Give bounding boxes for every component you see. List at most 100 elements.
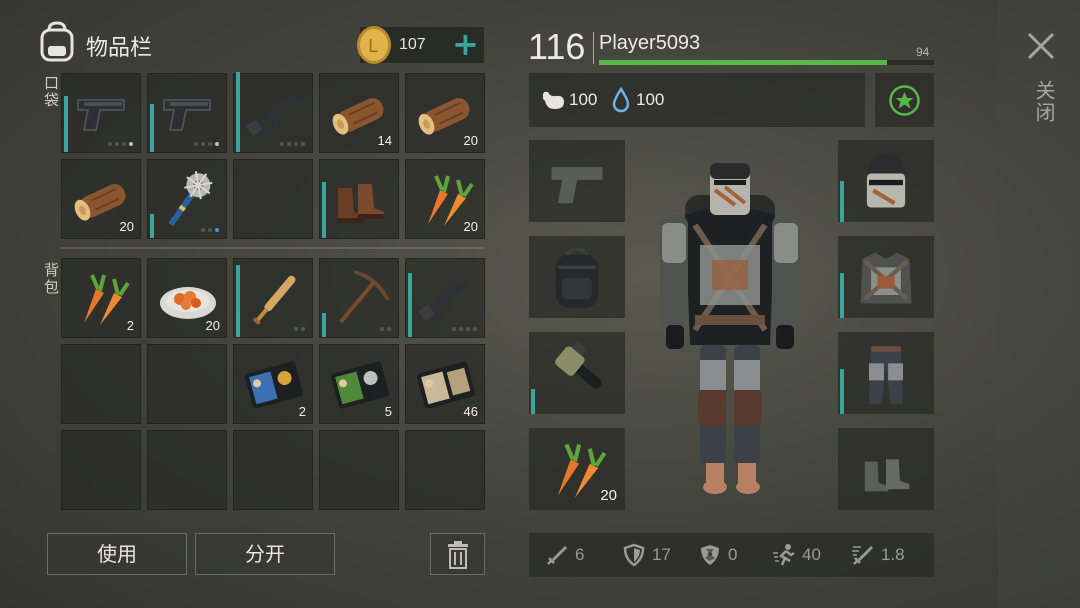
pickaxe-icon [339,269,390,324]
pocket-slot[interactable] [319,159,399,239]
backpack-slot[interactable] [405,430,485,510]
pocket-slot[interactable]: 20 [405,159,485,239]
item-count: 20 [119,219,134,234]
durability-bar [840,181,844,222]
pocket-slot[interactable]: 20 [61,159,141,239]
split-button[interactable]: 分开 [195,533,335,575]
stat-attack-speed: 1.8 [851,540,905,570]
section-label-pockets: 口袋 [42,75,60,109]
backpack-slot[interactable] [405,258,485,338]
item-count: 2 [126,318,134,333]
section-label-backpack: 背包 [42,262,60,296]
backpack-icon [555,247,599,308]
carrot-icon [84,274,130,325]
equipment-slot-right[interactable] [838,428,934,510]
stat-running: 40 [772,540,821,570]
shield-icon [623,543,645,567]
pocket-slot[interactable] [233,159,313,239]
item-count: 20 [205,318,220,333]
pocket-slot[interactable]: 14 [319,73,399,153]
durability-bar [531,389,535,414]
backpack-slot[interactable] [147,344,227,424]
stat-value: 0 [728,545,738,564]
food-value: 100 [569,90,598,109]
favorite-button[interactable] [875,73,934,127]
armor-pants-icon [869,346,903,404]
chainsaw-icon [555,340,602,389]
durability-dots [108,142,133,146]
pocket-slot[interactable] [147,73,227,153]
backpack-slot[interactable] [147,430,227,510]
item-count: 20 [463,133,478,148]
pistol-icon [77,99,125,131]
coin-icon: L [357,26,391,64]
durability-dots [452,327,477,331]
rifle-icon [417,279,471,324]
baseball-bat-icon [253,275,296,325]
item-count: 20 [463,219,478,234]
trash-button[interactable] [430,533,485,575]
pocket-slot[interactable] [147,159,227,239]
backpack-slot[interactable] [233,430,313,510]
helmet-icon [866,154,906,208]
durability-dots [294,327,305,331]
durability-dots [201,228,219,232]
equipment-slot-right[interactable] [838,236,934,318]
add-coins-button[interactable]: + [452,24,479,64]
attack-speed-icon [852,546,873,565]
durability-bar [322,313,326,337]
coin-count: 107 [399,36,426,53]
backpack-slot[interactable]: 2 [233,344,313,424]
equipment-slot-left[interactable] [529,140,625,222]
item-count: 5 [384,404,392,419]
player-character [660,163,800,494]
equipment-slot-right[interactable] [838,332,934,414]
backpack-slot[interactable] [61,344,141,424]
stat-value: 1.8 [881,545,905,564]
equipment-slot-left[interactable]: 20 [529,428,625,510]
backpack-slot[interactable]: 2 [61,258,141,338]
stat-sword: 6 [545,540,584,570]
player-level: 116 [528,26,586,67]
backpack-slot[interactable] [319,430,399,510]
radiation-icon [701,545,719,565]
right-panel-strip [998,0,1080,608]
inventory-title: 物品栏 [86,36,153,61]
pistol-placeholder-icon [551,167,603,204]
player-name: Player5093 [599,32,701,54]
backpack-slot[interactable] [233,258,313,338]
durability-bar [236,72,240,152]
backpack-slot[interactable]: 46 [405,344,485,424]
backpack-header-icon [40,21,74,62]
armor-vest-icon [860,252,912,304]
stat-value: 6 [575,545,585,564]
pistol-icon [163,99,211,131]
backpack-slot[interactable] [61,430,141,510]
star-badge-icon [889,85,920,116]
water-value: 100 [636,90,665,109]
backpack-slot[interactable]: 20 [147,258,227,338]
xp-bar [599,60,934,65]
durability-dots [380,327,391,331]
boots-placeholder-icon [864,459,910,492]
pocket-slot[interactable] [61,73,141,153]
use-button[interactable]: 使用 [47,533,187,575]
pocket-slot[interactable]: 20 [405,73,485,153]
blue-id-card-icon [244,361,304,409]
backpack-slot[interactable]: 5 [319,344,399,424]
equipment-slot-left[interactable] [529,236,625,318]
equipment-slot-right[interactable] [838,140,934,222]
durability-bar [840,368,844,414]
durability-bar [322,182,326,238]
durability-bar [150,214,154,238]
item-count: 14 [377,133,392,148]
stomach-icon [543,91,564,109]
svg-text:L: L [368,36,378,57]
backpack-slot[interactable] [319,258,399,338]
equipment-slot-left[interactable] [529,332,625,414]
pocket-slot[interactable] [233,72,313,153]
stat-value: 40 [802,545,821,564]
trash-icon [448,541,468,569]
xp-to-next: 94 [916,45,930,59]
item-count: 46 [463,404,478,419]
